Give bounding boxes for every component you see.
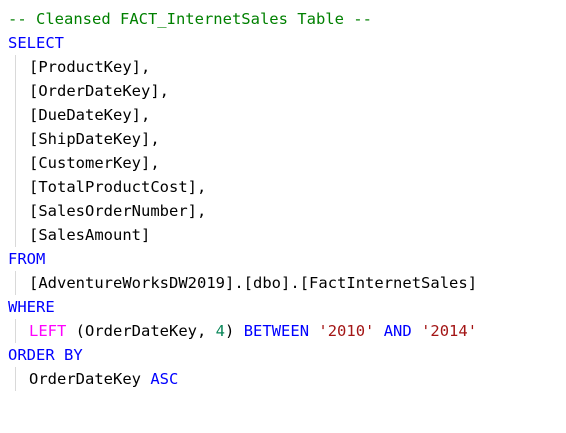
table-name: FactInternetSales: [309, 274, 468, 292]
order-by-line: OrderDateKey ASC: [29, 367, 178, 391]
and-keyword: AND: [383, 322, 412, 340]
where-keyword: WHERE: [8, 298, 55, 316]
column-name: DueDateKey: [38, 106, 132, 124]
order-by-keyword: ORDER BY: [8, 346, 83, 364]
indent-guide: [15, 367, 16, 391]
indent-guide: [15, 55, 16, 247]
length-literal: 4: [215, 322, 226, 340]
sort-direction: ASC: [150, 370, 179, 388]
select-column-line: [OrderDateKey],: [29, 82, 170, 100]
code-comment: -- Cleansed FACT_InternetSales Table --: [8, 10, 372, 28]
database-name: AdventureWorksDW2019: [38, 274, 225, 292]
indent-guide: [15, 271, 16, 295]
high-literal: '2014': [421, 322, 478, 340]
column-name: TotalProductCost: [38, 178, 188, 196]
indent-guide: [15, 319, 16, 343]
select-column-line: [ShipDateKey],: [29, 130, 160, 148]
select-keyword: SELECT: [8, 34, 64, 52]
column-name: SalesOrderNumber: [38, 202, 188, 220]
order-column: OrderDateKey: [29, 370, 141, 388]
column-name: CustomerKey: [38, 154, 141, 172]
column-name: SalesAmount: [38, 226, 141, 244]
select-column-line: [SalesAmount]: [29, 226, 151, 244]
select-column-line: [ProductKey],: [29, 58, 151, 76]
low-literal: '2010': [318, 322, 375, 340]
where-condition-line: LEFT (OrderDateKey, 4) BETWEEN '2010' AN…: [29, 322, 478, 340]
select-column-line: [SalesOrderNumber],: [29, 202, 207, 220]
select-column-line: [TotalProductCost],: [29, 178, 207, 196]
left-function: LEFT: [29, 322, 67, 340]
select-column-line: [DueDateKey],: [29, 106, 151, 124]
where-column: OrderDateKey: [85, 322, 197, 340]
from-keyword: FROM: [8, 250, 46, 268]
column-name: OrderDateKey: [38, 82, 151, 100]
sql-editor[interactable]: -- Cleansed FACT_InternetSales Table -- …: [0, 0, 566, 433]
between-keyword: BETWEEN: [243, 322, 310, 340]
column-name: ShipDateKey: [38, 130, 141, 148]
select-column-line: [CustomerKey],: [29, 154, 160, 172]
from-table-line: [AdventureWorksDW2019].[dbo].[FactIntern…: [29, 274, 478, 292]
column-name: ProductKey: [38, 58, 132, 76]
schema-name: dbo: [253, 274, 282, 292]
